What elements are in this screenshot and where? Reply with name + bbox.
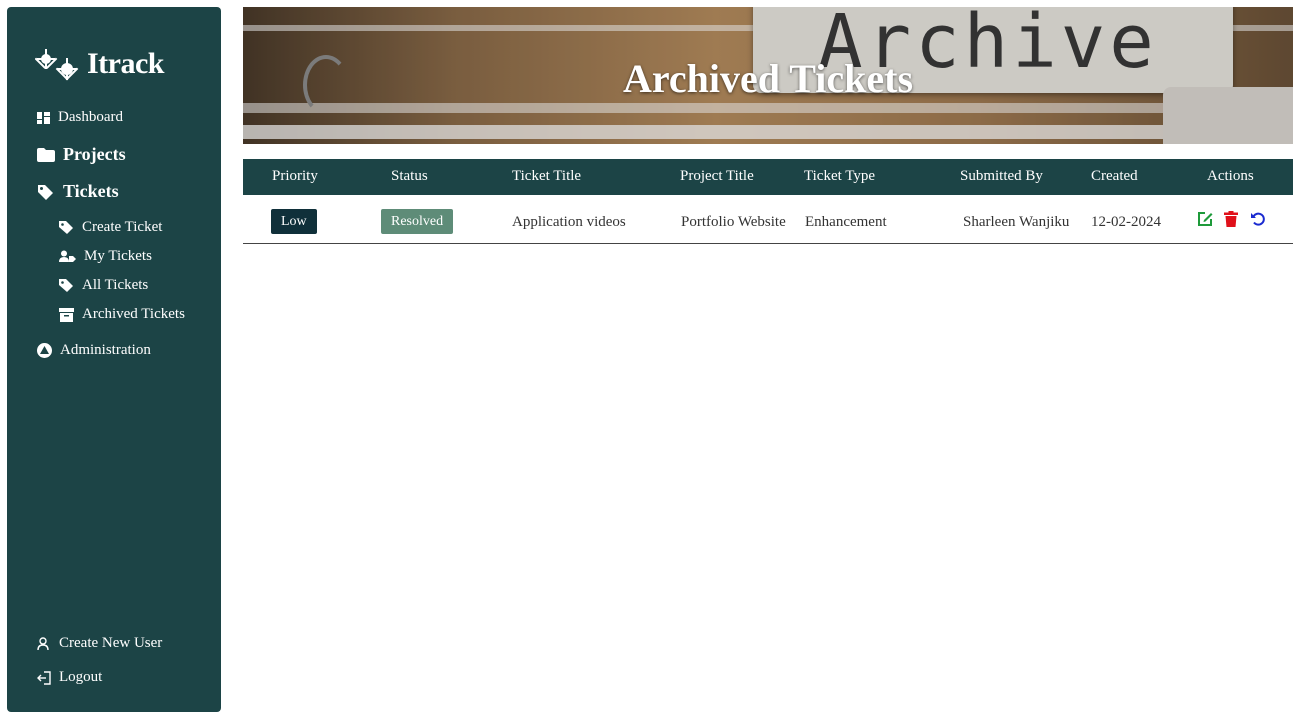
sidebar-item-my-tickets[interactable]: My Tickets [59,248,152,265]
tag-icon [59,278,74,293]
sidebar-item-label: Tickets [63,181,119,201]
restore-icon[interactable] [1250,211,1266,227]
sidebar-item-projects[interactable]: Projects [37,144,126,165]
column-header-status[interactable]: Status [391,168,428,185]
sidebar-item-label: My Tickets [84,248,152,264]
user-tag-icon [59,250,76,263]
sidebar-item-label: Create Ticket [82,219,163,235]
sidebar-item-label: All Tickets [82,277,149,293]
page-title: Archived Tickets [622,56,914,101]
column-header-submitted-by[interactable]: Submitted By [960,168,1043,185]
logout-label: Logout [59,669,103,685]
column-header-priority[interactable]: Priority [272,168,318,185]
column-header-created[interactable]: Created [1091,168,1138,185]
sidebar-item-archived-tickets[interactable]: Archived Tickets [59,306,185,323]
create-new-user-label: Create New User [59,635,163,651]
ticket-type-cell: Enhancement [805,214,887,230]
tickets-table: Priority Status Ticket Title Project Tit… [243,159,1293,244]
sidebar-item-administration[interactable]: Administration [37,342,151,359]
sidebar-item-dashboard[interactable]: Dashboard [37,109,123,126]
tags-icon [37,184,55,200]
column-header-project-title[interactable]: Project Title [680,168,754,185]
user-icon [37,636,51,651]
tag-icon [59,220,74,235]
table-header: Priority Status Ticket Title Project Tit… [243,159,1293,195]
logout-icon [37,670,51,685]
folder-icon [37,147,55,162]
logout-link[interactable]: Logout [37,669,102,686]
status-badge: Resolved [381,209,454,234]
column-header-actions: Actions [1207,168,1254,184]
dashboard-icon [37,111,50,124]
edit-icon[interactable] [1197,211,1213,227]
trash-icon[interactable] [1224,211,1238,227]
created-cell: 12-02-2024 [1091,214,1161,230]
bugs-logo-icon [35,47,81,81]
column-header-ticket-title[interactable]: Ticket Title [512,168,581,185]
column-header-ticket-type[interactable]: Ticket Type [804,168,875,185]
triangle-circle-icon [37,343,52,358]
submitted-by-cell: Sharleen Wanjiku [963,214,1070,230]
page-banner: Archive Archived Tickets [243,7,1293,144]
sidebar-item-create-ticket[interactable]: Create Ticket [59,219,162,236]
brand-name: Itrack [87,47,164,80]
ticket-title-cell[interactable]: Application videos [512,214,626,231]
priority-badge: Low [271,209,317,234]
project-title-cell: Portfolio Website [681,214,786,230]
table-row[interactable]: Low Resolved Application videos Portfoli… [243,195,1293,244]
archive-icon [59,307,74,322]
sidebar-item-label: Projects [63,144,126,164]
sidebar-item-all-tickets[interactable]: All Tickets [59,277,148,294]
sidebar: Itrack Dashboard Projects Tickets Create… [7,7,221,712]
brand[interactable]: Itrack [35,47,164,81]
sidebar-item-tickets[interactable]: Tickets [37,181,119,202]
sidebar-item-label: Archived Tickets [82,306,185,322]
create-new-user-link[interactable]: Create New User [37,635,162,652]
sidebar-item-label: Administration [60,342,151,358]
sidebar-item-label: Dashboard [58,109,123,125]
